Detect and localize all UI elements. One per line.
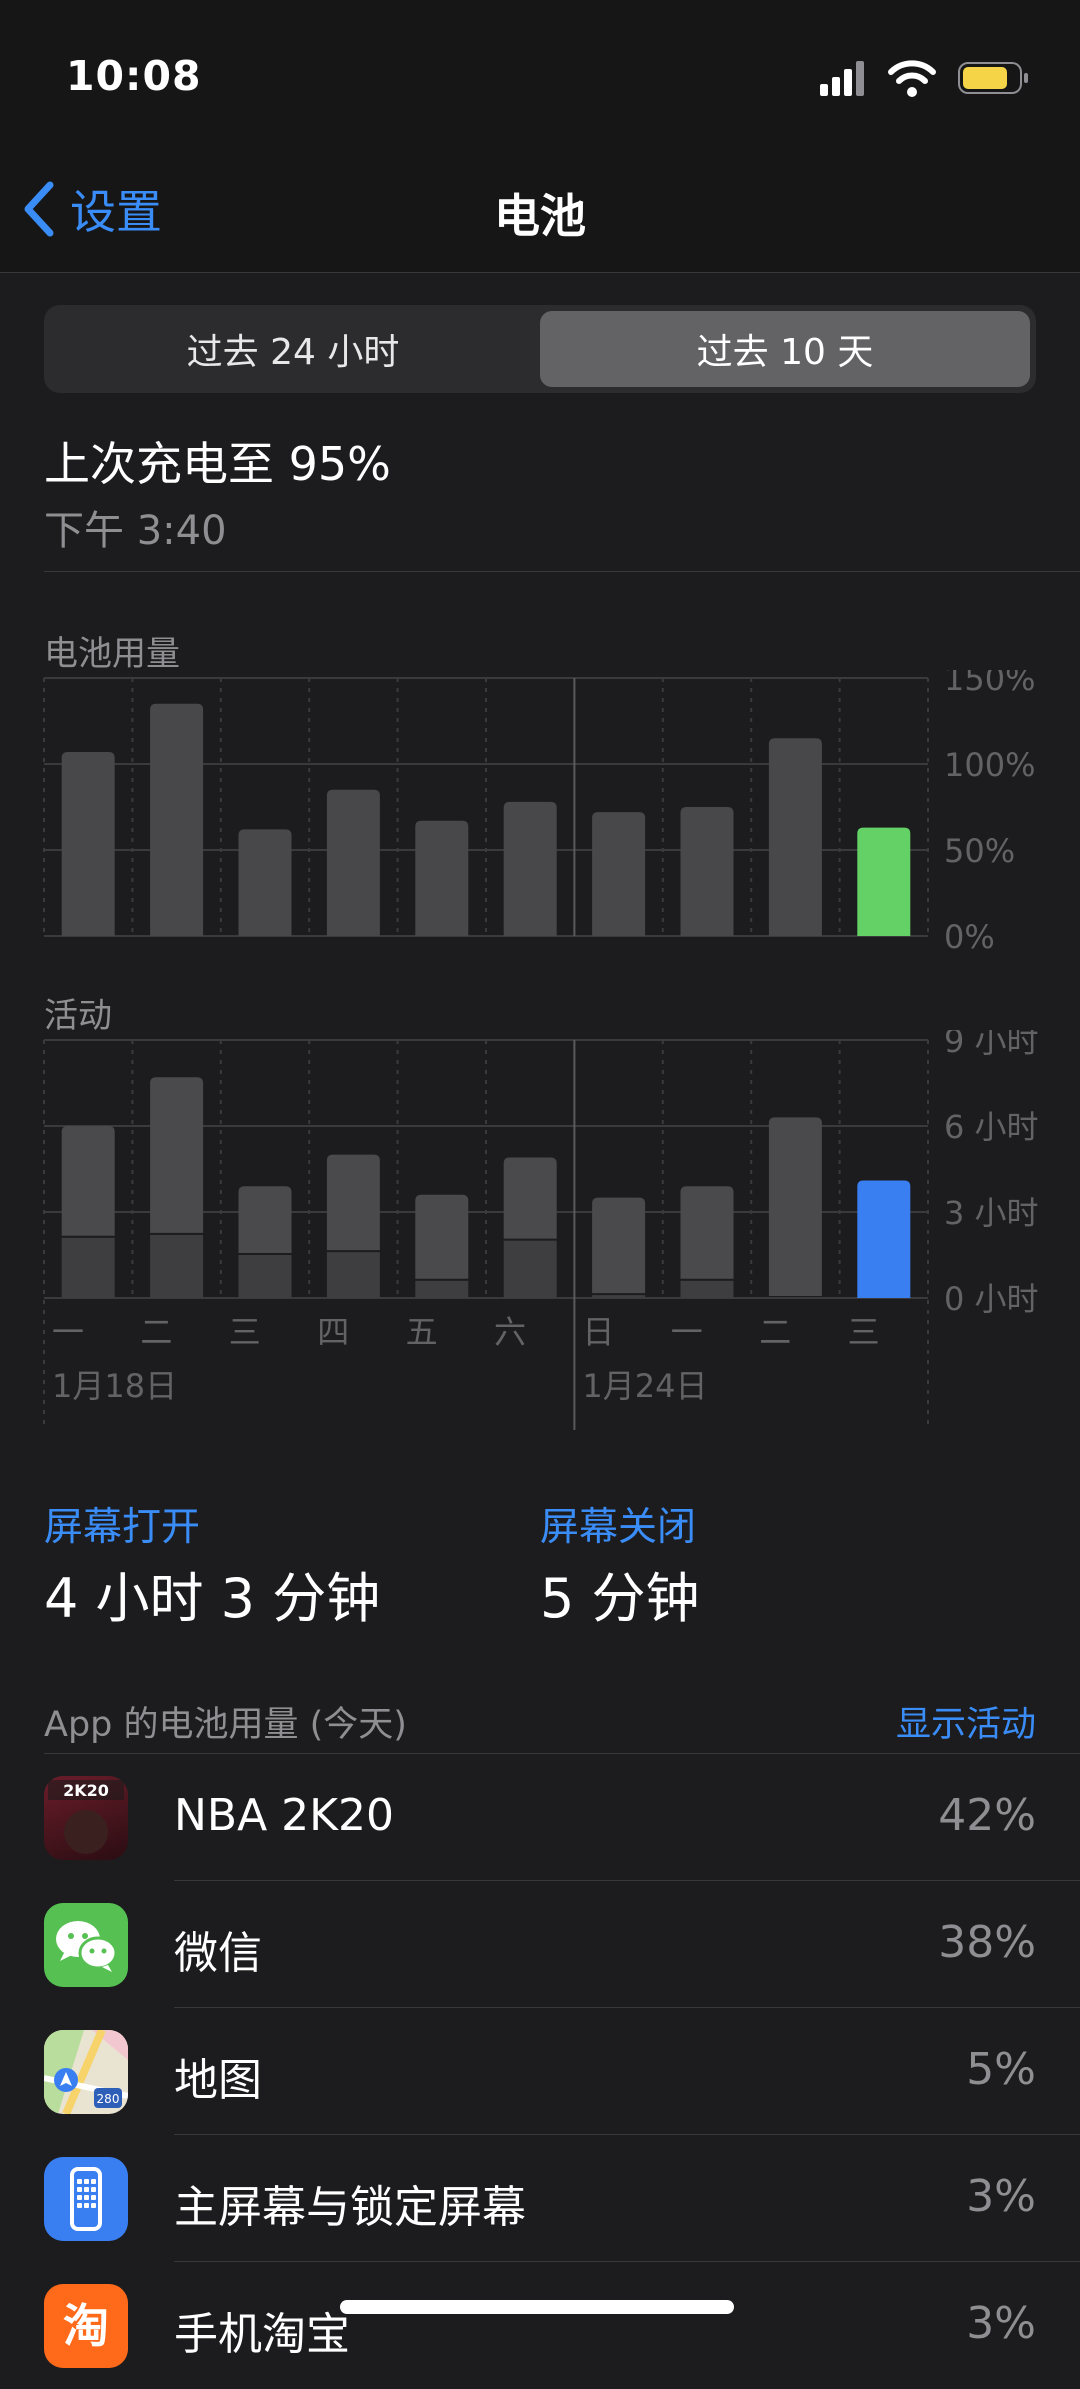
x-tick-label: 一 — [52, 1313, 84, 1351]
y-tick-label: 150% — [944, 670, 1035, 698]
activity-bar-screen-on — [768, 1117, 822, 1296]
app-name: 主屏幕与锁定屏幕 — [174, 2182, 526, 2233]
app-usage-percent: 38% — [938, 1917, 1036, 1968]
activity-bar-screen-on — [326, 1154, 380, 1251]
y-tick-label: 0% — [944, 918, 995, 950]
x-tick-label: 日 — [582, 1313, 614, 1351]
navigation-bar: 设置 电池 — [0, 150, 1080, 273]
app-name: 微信 — [174, 1928, 262, 1979]
battery-icon — [958, 62, 1028, 94]
battery-bar — [61, 751, 115, 936]
battery-bar — [680, 807, 734, 936]
page-title: 电池 — [494, 189, 586, 243]
segment-past-10-days[interactable]: 过去 10 天 — [540, 311, 1030, 387]
activity-bar-screen-on — [238, 1186, 292, 1253]
battery-usage-chart-label: 电池用量 — [44, 634, 180, 674]
app-row-nba-2k20[interactable]: 2K20 NBA 2K20 42% — [0, 1754, 1080, 1881]
y-tick-label: 0 小时 — [944, 1280, 1039, 1318]
maps-icon: 280 — [44, 2030, 128, 2114]
activity-bar-screen-on — [150, 1077, 204, 1233]
svg-text:淘: 淘 — [63, 2299, 109, 2353]
app-usage-percent: 5% — [966, 2044, 1036, 2095]
battery-bar — [238, 829, 292, 936]
activity-bar-screen-off — [150, 1234, 204, 1298]
app-usage-percent: 42% — [938, 1790, 1036, 1841]
y-tick-label: 9 小时 — [944, 1030, 1039, 1060]
battery-bar — [768, 738, 822, 936]
y-tick-label: 100% — [944, 746, 1035, 784]
screen-off-value: 5 分钟 — [540, 1567, 700, 1630]
activity-bar-screen-off — [326, 1252, 380, 1298]
activity-bar-screen-off — [680, 1280, 734, 1298]
status-time: 10:08 — [66, 52, 202, 100]
battery-bar — [857, 827, 911, 936]
app-row-home-lock-screen[interactable]: 主屏幕与锁定屏幕 3% — [0, 2135, 1080, 2262]
app-row-taobao[interactable]: 淘 手机淘宝 3% — [0, 2262, 1080, 2389]
date-label: 1月18日 — [52, 1367, 177, 1405]
app-name: 手机淘宝 — [174, 2309, 350, 2360]
app-name: NBA 2K20 — [174, 1790, 395, 1841]
segment-past-24-hours[interactable]: 过去 24 小时 — [48, 311, 538, 387]
x-tick-label: 三 — [848, 1313, 880, 1351]
x-tick-label: 二 — [140, 1313, 172, 1351]
taobao-icon: 淘 — [44, 2284, 128, 2368]
activity-bar-screen-off — [61, 1237, 115, 1298]
x-tick-label: 一 — [671, 1313, 703, 1351]
x-tick-label: 二 — [759, 1313, 791, 1351]
activity-bar-screen-on — [680, 1186, 734, 1279]
show-activity-button[interactable]: 显示活动 — [896, 1696, 1036, 1747]
status-icons — [820, 60, 1028, 97]
activity-chart: 9 小时 6 小时 3 小时 0 小时一 二 三 四 五 六 日 一 二 三 1月18日 1月24日 — [43, 1030, 1039, 1430]
status-bar: 10:08 — [0, 0, 1080, 150]
x-tick-label: 五 — [406, 1313, 438, 1351]
activity-bar-screen-on — [592, 1197, 646, 1294]
activity-bar-screen-on — [415, 1194, 469, 1279]
last-charge-time: 下午 3:40 — [44, 508, 227, 554]
battery-bar — [326, 789, 380, 936]
y-tick-label: 6 小时 — [944, 1108, 1039, 1146]
battery-bar — [592, 812, 646, 936]
time-range-segmented-control: 过去 24 小时 过去 10 天 — [44, 305, 1036, 393]
x-tick-label: 六 — [494, 1313, 526, 1351]
wechat-icon — [44, 1903, 128, 1987]
activity-bar-screen-on — [503, 1157, 557, 1239]
nba-2k20-icon: 2K20 — [44, 1776, 128, 1860]
activity-bar-screen-off — [238, 1255, 292, 1298]
home-indicator — [340, 2300, 734, 2314]
activity-bar-screen-off — [503, 1240, 557, 1298]
divider — [44, 571, 1080, 572]
battery-bar — [415, 820, 469, 936]
wifi-icon — [888, 60, 936, 97]
activity-bar-screen-off — [415, 1280, 469, 1298]
home-lock-screen-icon — [44, 2157, 128, 2241]
activity-bar-screen-on — [61, 1126, 115, 1236]
svg-text:280: 280 — [97, 2092, 120, 2106]
app-battery-usage-header: App 的电池用量 (今天) — [44, 1705, 407, 1745]
x-tick-label: 四 — [317, 1313, 349, 1351]
cellular-signal-icon — [820, 61, 864, 96]
screen-on-label: 屏幕打开 — [44, 1505, 201, 1550]
app-row-wechat[interactable]: 微信 38% — [0, 1881, 1080, 2008]
app-usage-percent: 3% — [966, 2171, 1036, 2222]
activity-bar — [857, 1180, 911, 1298]
screen-on-value: 4 小时 3 分钟 — [44, 1567, 381, 1630]
y-tick-label: 3 小时 — [944, 1194, 1039, 1232]
last-charge-label: 上次充电至 95% — [44, 437, 391, 491]
x-tick-label: 三 — [229, 1313, 261, 1351]
battery-usage-chart: 150% 100% 50% 0% — [43, 670, 1035, 950]
app-usage-percent: 3% — [966, 2298, 1036, 2349]
y-tick-label: 50% — [944, 832, 1015, 870]
app-row-maps[interactable]: 280 地图 5% — [0, 2008, 1080, 2135]
activity-bar-screen-off — [592, 1295, 646, 1298]
date-label: 1月24日 — [582, 1367, 707, 1405]
screen-off-label: 屏幕关闭 — [540, 1505, 697, 1550]
battery-bar — [503, 801, 557, 936]
battery-bar — [150, 703, 204, 936]
app-name: 地图 — [174, 2055, 262, 2106]
svg-text:2K20: 2K20 — [63, 1781, 109, 1800]
